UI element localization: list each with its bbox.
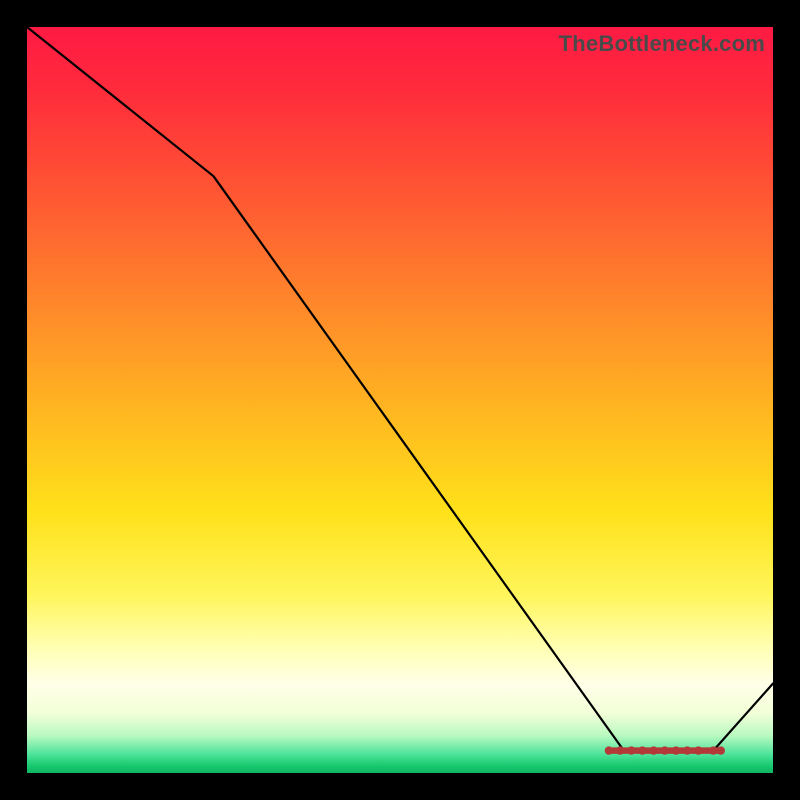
highlight-dot <box>694 746 702 754</box>
highlight-dot <box>661 746 669 754</box>
highlight-dot <box>683 746 691 754</box>
curve-line <box>27 27 773 751</box>
highlight-dot <box>717 746 725 754</box>
highlight-dot <box>605 746 613 754</box>
highlight-dot <box>638 746 646 754</box>
highlight-dot <box>709 746 717 754</box>
highlight-dot <box>649 746 657 754</box>
highlight-dot <box>627 746 635 754</box>
chart-frame: TheBottleneck.com <box>0 0 800 800</box>
plot-area: TheBottleneck.com <box>27 27 773 773</box>
highlight-dot <box>672 746 680 754</box>
chart-svg <box>27 27 773 773</box>
highlight-dot <box>616 746 624 754</box>
